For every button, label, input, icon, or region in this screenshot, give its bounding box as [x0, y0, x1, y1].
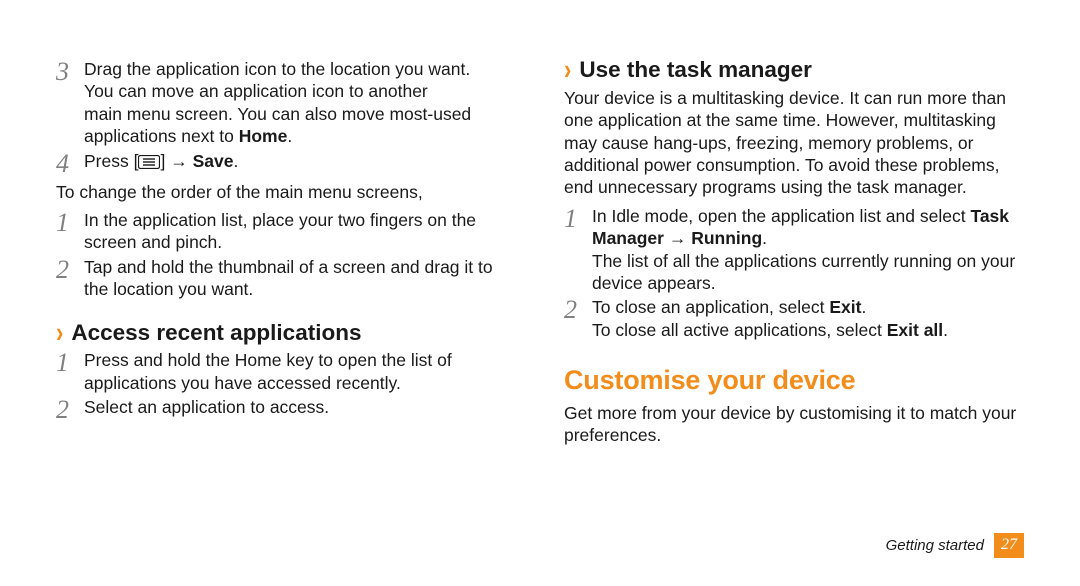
left-column: 3 Drag the application icon to the locat…	[56, 56, 516, 576]
footer-page-number: 27	[994, 533, 1024, 558]
step-body: In Idle mode, open the application list …	[592, 205, 1024, 295]
step-body: Press [ ] → Save.	[84, 150, 516, 172]
subheading-text: Use the task manager	[579, 56, 812, 85]
step-number: 1	[56, 350, 84, 376]
paragraph: To change the order of the main menu scr…	[56, 181, 516, 203]
step-body: Select an application to access.	[84, 396, 516, 418]
bold: Exit all	[887, 320, 943, 340]
tm-step-1: 1 In Idle mode, open the application lis…	[564, 205, 1024, 295]
text: .	[861, 297, 866, 317]
subheading-text: Access recent applications	[71, 319, 361, 348]
paragraph: Your device is a multitasking device. It…	[564, 87, 1024, 199]
text: →	[664, 228, 691, 248]
step-number: 1	[56, 210, 84, 236]
step-4: 4 Press [ ] → Save.	[56, 150, 516, 177]
text: Press [	[84, 151, 138, 171]
step-body: Tap and hold the thumbnail of a screen a…	[84, 256, 516, 301]
step-number: 3	[56, 59, 84, 85]
step-body: In the application list, place your two …	[84, 209, 516, 254]
text: In Idle mode, open the application list …	[592, 206, 970, 226]
subheading-access-recent: › Access recent applications	[56, 319, 516, 348]
bold: Save	[193, 151, 234, 171]
manual-page: 3 Drag the application icon to the locat…	[0, 0, 1080, 586]
text: .	[287, 126, 292, 146]
text: ] →	[160, 151, 192, 171]
footer-section: Getting started	[886, 536, 984, 555]
page-footer: Getting started 27	[886, 533, 1024, 558]
text: To close an application, select	[592, 297, 829, 317]
sub-step-2: 2 Tap and hold the thumbnail of a screen…	[56, 256, 516, 301]
menu-key-icon	[138, 154, 160, 170]
section-heading-customise: Customise your device	[564, 363, 1024, 398]
step-body: Press and hold the Home key to open the …	[84, 349, 516, 394]
recent-step-1: 1 Press and hold the Home key to open th…	[56, 349, 516, 394]
right-column: › Use the task manager Your device is a …	[564, 56, 1024, 576]
step-number: 2	[56, 397, 84, 423]
text: To close all active applications, select	[592, 320, 887, 340]
text: The list of all the applications current…	[592, 251, 1015, 293]
step-3: 3 Drag the application icon to the locat…	[56, 58, 516, 148]
step-body: Drag the application icon to the locatio…	[84, 58, 516, 148]
text: .	[233, 151, 238, 171]
bold: Running	[691, 228, 762, 248]
text: .	[943, 320, 948, 340]
text: You can move an application icon to anot…	[84, 81, 428, 101]
step-number: 4	[56, 151, 84, 177]
text: Drag the application icon to the locatio…	[84, 59, 470, 79]
step-number: 2	[56, 257, 84, 283]
text: .	[762, 228, 767, 248]
sub-step-1: 1 In the application list, place your tw…	[56, 209, 516, 254]
subheading-task-manager: › Use the task manager	[564, 56, 1024, 85]
text: main menu screen. You can also move most…	[84, 104, 471, 124]
recent-step-2: 2 Select an application to access.	[56, 396, 516, 423]
chevron-icon: ›	[56, 315, 63, 352]
bold: Home	[239, 126, 288, 146]
tm-step-2: 2 To close an application, select Exit. …	[564, 296, 1024, 341]
text: applications next to	[84, 126, 239, 146]
paragraph: Get more from your device by customising…	[564, 402, 1024, 447]
bold: Exit	[829, 297, 861, 317]
step-number: 2	[564, 297, 592, 323]
step-body: To close an application, select Exit. To…	[592, 296, 1024, 341]
chevron-icon: ›	[564, 52, 571, 89]
step-number: 1	[564, 206, 592, 232]
